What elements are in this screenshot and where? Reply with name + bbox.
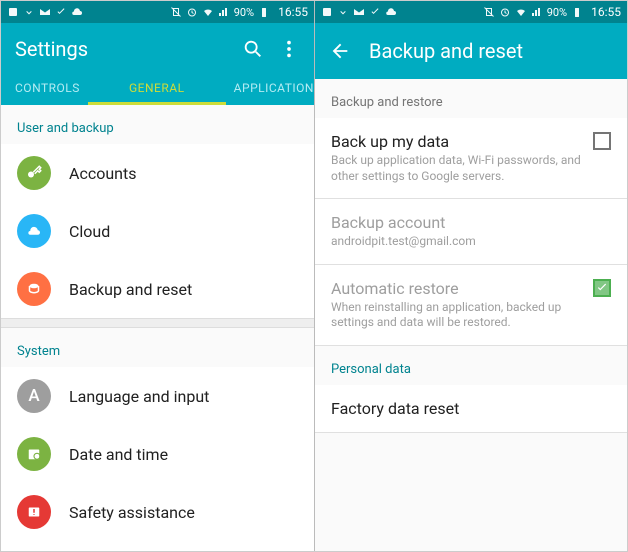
item-backup-my-data[interactable]: Back up my data Back up application data… — [315, 118, 627, 198]
key-icon — [17, 156, 51, 190]
tab-controls[interactable]: CONTROLS — [1, 71, 88, 105]
divider — [315, 432, 627, 433]
wifi-icon — [202, 6, 214, 18]
warning-icon — [17, 495, 51, 529]
item-label: Accounts — [69, 164, 136, 183]
language-icon: A — [17, 379, 51, 413]
alarm-icon — [186, 6, 198, 18]
app-bar: Backup and reset — [315, 23, 627, 79]
item-language[interactable]: A Language and input — [1, 367, 314, 425]
section-system: System — [1, 328, 314, 367]
cloud-icon — [385, 6, 397, 18]
item-label: Backup and reset — [69, 280, 192, 299]
item-safety[interactable]: Safety assistance — [1, 483, 314, 541]
status-notifications — [321, 6, 397, 18]
backup-reset-screen: 90% 16:55 Backup and reset Backup and re… — [314, 1, 627, 551]
status-notifications — [7, 6, 83, 18]
clock-text: 16:55 — [591, 5, 621, 19]
settings-screen: 90% 16:55 Settings CONTROLS GENERAL APPL… — [1, 1, 314, 551]
status-system: 90% 16:55 — [170, 5, 308, 19]
notification-icon — [321, 6, 333, 18]
tabs: CONTROLS GENERAL APPLICATION — [1, 71, 314, 105]
backup-icon — [17, 272, 51, 306]
item-label: Date and time — [69, 445, 168, 464]
section-personal-data: Personal data — [315, 346, 627, 385]
item-datetime[interactable]: Date and time — [1, 425, 314, 483]
wifi-icon — [515, 6, 527, 18]
overflow-menu-icon[interactable] — [278, 38, 300, 60]
section-user-backup: User and backup — [1, 105, 314, 144]
calendar-icon — [17, 437, 51, 471]
setting-desc: Back up application data, Wi-Fi password… — [331, 153, 583, 184]
item-label: Cloud — [69, 222, 110, 241]
battery-icon — [571, 6, 583, 18]
signal-icon — [218, 6, 230, 18]
page-title: Backup and reset — [369, 39, 613, 63]
item-backup-reset[interactable]: Backup and reset — [1, 260, 314, 318]
signal-icon — [531, 6, 543, 18]
battery-text: 90% — [547, 6, 567, 19]
setting-desc: androidpit.test@gmail.com — [331, 234, 611, 250]
download-icon — [337, 6, 349, 18]
status-system: 90% 16:55 — [483, 5, 621, 19]
setting-title: Back up my data — [331, 132, 583, 151]
page-title: Settings — [15, 37, 228, 61]
mail-icon — [353, 6, 365, 18]
status-bar: 90% 16:55 — [315, 1, 627, 23]
mail-icon — [39, 6, 51, 18]
section-backup-restore: Backup and restore — [315, 79, 627, 118]
backup-settings-list: Backup and restore Back up my data Back … — [315, 79, 627, 551]
search-icon[interactable] — [242, 38, 264, 60]
tab-applications[interactable]: APPLICATION — [226, 71, 314, 105]
back-icon[interactable] — [329, 40, 351, 62]
cloud-icon — [71, 6, 83, 18]
checkbox-unchecked[interactable] — [593, 132, 611, 150]
battery-icon — [258, 6, 270, 18]
download-icon — [23, 6, 35, 18]
app-bar: Settings — [1, 23, 314, 71]
vibrate-icon — [170, 6, 182, 18]
item-factory-reset[interactable]: Factory data reset — [315, 385, 627, 432]
checkbox-checked[interactable] — [593, 279, 611, 297]
item-accessories[interactable]: Accessories — [1, 541, 314, 551]
clock-text: 16:55 — [278, 5, 308, 19]
notification-icon — [7, 6, 19, 18]
check-icon — [369, 6, 381, 18]
setting-desc: When reinstalling an application, backed… — [331, 300, 583, 331]
setting-title: Factory data reset — [331, 399, 611, 418]
status-bar: 90% 16:55 — [1, 1, 314, 23]
item-automatic-restore[interactable]: Automatic restore When reinstalling an a… — [315, 265, 627, 345]
alarm-icon — [499, 6, 511, 18]
item-label: Safety assistance — [69, 503, 195, 522]
item-accounts[interactable]: Accounts — [1, 144, 314, 202]
item-cloud[interactable]: Cloud — [1, 202, 314, 260]
battery-text: 90% — [234, 6, 254, 19]
settings-list: User and backup Accounts Cloud Backup an… — [1, 105, 314, 551]
setting-title: Automatic restore — [331, 279, 583, 298]
check-icon — [55, 6, 67, 18]
tab-general[interactable]: GENERAL — [88, 71, 226, 105]
item-backup-account[interactable]: Backup account androidpit.test@gmail.com — [315, 199, 627, 264]
section-divider — [1, 318, 314, 328]
item-label: Language and input — [69, 387, 209, 406]
cloud-circle-icon — [17, 214, 51, 248]
vibrate-icon — [483, 6, 495, 18]
setting-title: Backup account — [331, 213, 611, 232]
